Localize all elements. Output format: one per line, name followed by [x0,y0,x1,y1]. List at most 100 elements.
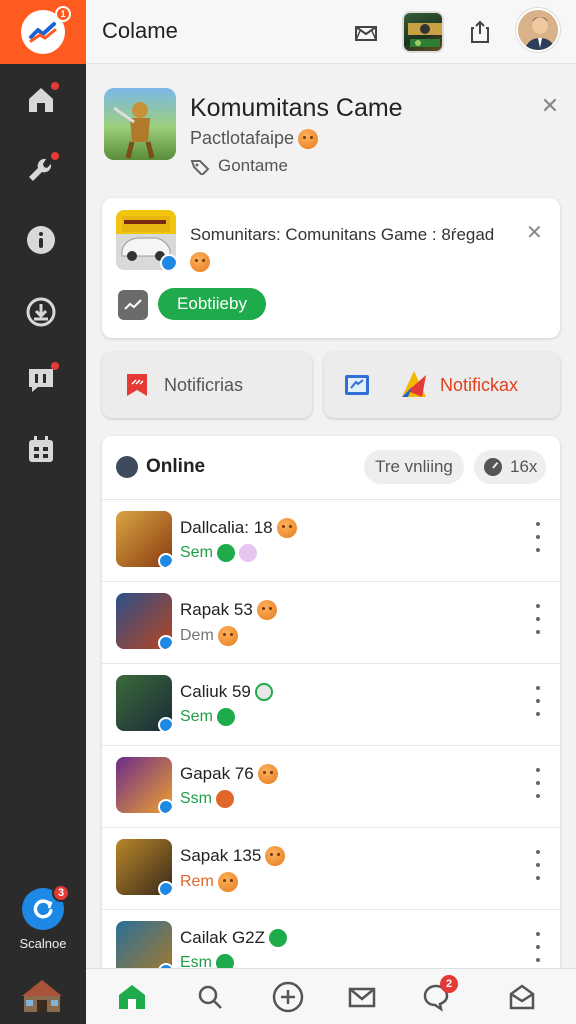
app-logo[interactable]: 1 [0,0,86,64]
home-notification-dot [51,82,59,90]
trending-chip[interactable]: Tre vnliing [364,450,464,484]
player-row[interactable]: Sapak 135 Rem [102,828,560,910]
calendar-icon [29,436,53,462]
player-name-row: Gapak 76 [180,764,278,784]
source-badge: 3 [52,884,70,902]
more-icon[interactable] [530,604,546,634]
notifications-right-label: Notifickax [440,374,519,395]
more-icon[interactable] [530,686,546,716]
game-subtitle-row: Pactlotafaipe [190,128,319,149]
player-row[interactable]: Dallcalia: 18 Sem [102,500,560,582]
game-thumbnail-button[interactable] [402,11,444,53]
home-icon [119,985,145,1009]
notifications-button-right[interactable]: Notifickax [324,352,560,418]
player-name-row: Dallcalia: 18 [180,518,297,538]
rail-downloads[interactable] [21,292,61,332]
avatar-portrait-icon [518,10,558,50]
player-status-row: Sem [180,544,257,562]
nav-mail[interactable] [344,979,380,1015]
gem-icon [238,544,257,562]
tools-notification-dot [51,152,59,160]
top-bar: Colame [86,0,576,64]
nav-search[interactable] [192,979,228,1015]
more-icon[interactable] [530,932,546,962]
user-avatar[interactable] [516,8,560,52]
player-status: Dem [180,627,214,644]
online-avatar-icon [116,456,138,478]
notifications-left-label: Notificrias [164,374,244,395]
flag-arrow-icon [402,371,426,397]
player-thumbnail [116,675,172,731]
rail-messages[interactable] [21,360,61,400]
inbox-button[interactable] [348,14,384,50]
notification-thumbnail[interactable] [116,210,176,270]
player-status: Sem [180,544,213,561]
player-row[interactable]: Gapak 76 Ssm [102,746,560,828]
player-name: Dallcalia: 18 [180,518,273,537]
more-icon[interactable] [530,850,546,880]
nav-chat[interactable]: 2 [418,975,458,1015]
player-name-row: Sapak 135 [180,846,286,866]
rail-tools[interactable] [21,150,61,190]
rail-info[interactable] [21,220,61,260]
player-name-row: Caliuk 59 [180,682,273,702]
player-row[interactable]: Rapak 53 Dem [102,582,560,664]
status-icon [216,544,235,562]
rail-calendar[interactable] [21,430,61,470]
download-icon [26,297,56,327]
trend-icon [118,290,148,320]
player-row[interactable]: Caliuk 59 Sem [102,664,560,746]
game-title: Komumitans Came [190,94,403,122]
rail-home[interactable] [21,80,61,120]
player-name: Sapak 135 [180,846,262,865]
village-icon[interactable] [20,976,64,1016]
game-cover-image[interactable] [104,88,176,160]
verified-badge-icon [158,717,172,731]
minus-badge-icon [269,929,288,947]
more-icon[interactable] [530,768,546,798]
mail-icon [348,987,376,1008]
close-icon[interactable]: ✕ [538,94,562,118]
rail-source[interactable]: 3 Scalnoe [0,884,86,951]
player-status: Ssm [180,790,212,807]
notification-action-button[interactable]: Eobtiieby [158,288,266,320]
bottom-nav: 2 [86,968,576,1024]
notification-close-icon[interactable]: ✕ [526,220,543,245]
online-count-chip[interactable]: 16x [474,450,546,484]
notifications-button-left[interactable]: Notificrias [102,352,312,418]
player-status: Rem [180,873,214,890]
game-subtitle: Pactlotafaipe [190,128,295,148]
verified-badge-icon [158,635,172,649]
emoji-icon [265,846,286,866]
clock-icon [484,458,502,476]
player-status-row: Dem [180,626,238,646]
globe-icon [254,683,273,701]
game-tag-row[interactable]: Gontame [190,156,288,176]
emoji-icon [276,518,297,538]
emoji-icon [217,626,238,646]
verified-badge-icon [158,881,172,895]
verified-badge-icon [160,254,176,270]
share-button[interactable] [462,14,498,50]
nav-add[interactable] [270,979,306,1015]
nav-inbox[interactable] [504,979,540,1015]
player-status-row: Ssm [180,790,234,808]
verified-badge-icon [158,553,172,567]
inbox-icon [509,984,535,1010]
online-card: Online Tre vnliing 16x Dallcalia: 18 Sem… [102,436,560,996]
more-icon[interactable] [530,522,546,552]
notification-text-block: Somunitars: Comunitans Game : 8ŕegad [190,222,520,274]
player-status: Sem [180,708,213,725]
emoji-icon [298,128,319,149]
player-name-row: Cailak G2Z [180,928,288,948]
player-status-row: Rem [180,872,238,892]
source-label: Scalnoe [19,936,67,951]
status-icon [216,708,235,726]
nav-home[interactable] [114,979,150,1015]
player-status-row: Sem [180,708,235,726]
player-name: Gapak 76 [180,764,254,783]
status-icon [216,790,234,808]
add-icon [272,981,304,1013]
info-icon [27,226,55,254]
player-name-row: Rapak 53 [180,600,277,620]
